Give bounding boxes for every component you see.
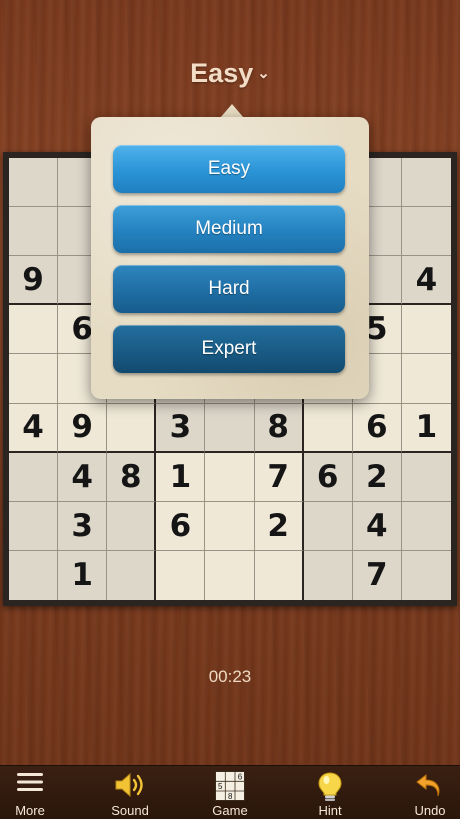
sound-button[interactable]: Sound [84, 766, 176, 819]
hint-button[interactable]: Hint [284, 766, 376, 819]
sudoku-cell[interactable]: 4 [9, 403, 59, 453]
sudoku-cell[interactable]: 4 [58, 452, 108, 502]
sudoku-cell[interactable]: 9 [9, 256, 59, 306]
sudoku-cell[interactable] [156, 550, 206, 600]
sudoku-cell[interactable]: 8 [107, 452, 157, 502]
game-button[interactable]: 6 5 8 Game [184, 766, 276, 819]
sudoku-cell[interactable]: 4 [401, 256, 451, 306]
sudoku-cell[interactable]: 1 [58, 550, 108, 600]
sudoku-cell[interactable]: 4 [352, 501, 402, 551]
sudoku-cell[interactable] [205, 550, 255, 600]
sudoku-cell[interactable]: 9 [58, 403, 108, 453]
sudoku-cell[interactable] [401, 158, 451, 208]
sudoku-cell[interactable]: 2 [352, 452, 402, 502]
game-timer: 00:23 [208, 667, 252, 686]
sudoku-cell[interactable] [9, 550, 59, 600]
difficulty-option-hard[interactable]: Hard [113, 265, 345, 313]
sudoku-cell[interactable] [107, 501, 157, 551]
sudoku-cell[interactable] [401, 452, 451, 502]
difficulty-selector[interactable]: Easy ⌄ [0, 58, 460, 89]
sudoku-cell[interactable] [205, 403, 255, 453]
undo-button[interactable]: Undo [384, 766, 460, 819]
sudoku-cell[interactable] [401, 550, 451, 600]
sudoku-cell[interactable]: 6 [156, 501, 206, 551]
sudoku-cell[interactable]: 7 [352, 550, 402, 600]
lightbulb-icon [317, 771, 343, 808]
hamburger-icon [16, 771, 44, 798]
mini-grid-icon: 6 5 8 [215, 771, 245, 806]
sudoku-cell[interactable] [9, 207, 59, 257]
sudoku-cell[interactable] [303, 403, 353, 453]
difficulty-menu: Easy Medium Hard Expert [91, 117, 369, 399]
difficulty-option-easy[interactable]: Easy [113, 145, 345, 193]
sudoku-cell[interactable] [9, 305, 59, 355]
sudoku-cell[interactable] [9, 354, 59, 404]
sudoku-cell[interactable] [9, 452, 59, 502]
sudoku-cell[interactable]: 1 [156, 452, 206, 502]
sudoku-cell[interactable] [205, 452, 255, 502]
sudoku-cell[interactable] [9, 501, 59, 551]
sudoku-cell[interactable]: 6 [303, 452, 353, 502]
chevron-down-icon: ⌄ [257, 65, 270, 82]
difficulty-option-expert[interactable]: Expert [113, 325, 345, 373]
more-button[interactable]: More [0, 766, 76, 819]
difficulty-option-medium[interactable]: Medium [113, 205, 345, 253]
sudoku-cell[interactable]: 7 [254, 452, 304, 502]
sudoku-cell[interactable]: 3 [58, 501, 108, 551]
sudoku-cell[interactable]: 3 [156, 403, 206, 453]
sudoku-cell[interactable] [107, 550, 157, 600]
sudoku-cell[interactable]: 6 [352, 403, 402, 453]
sudoku-cell[interactable] [205, 501, 255, 551]
sound-label: Sound [111, 803, 149, 818]
mini-grid-digit: 6 [238, 773, 243, 782]
difficulty-label: Easy [190, 58, 254, 88]
more-label: More [15, 803, 45, 818]
mini-grid-digit: 5 [218, 782, 223, 791]
sudoku-cell[interactable]: 8 [254, 403, 304, 453]
sudoku-cell[interactable] [9, 158, 59, 208]
sudoku-cell[interactable] [107, 403, 157, 453]
sudoku-cell[interactable] [303, 550, 353, 600]
undo-arrow-icon [415, 771, 445, 806]
sudoku-cell[interactable] [401, 354, 451, 404]
sudoku-cell[interactable] [303, 501, 353, 551]
sudoku-cell[interactable] [401, 501, 451, 551]
sudoku-cell[interactable]: 2 [254, 501, 304, 551]
sudoku-cell[interactable]: 1 [401, 404, 451, 453]
sudoku-cell[interactable] [255, 550, 304, 600]
sudoku-cell[interactable] [401, 305, 451, 355]
sudoku-cell[interactable] [401, 207, 451, 257]
speaker-icon [113, 771, 147, 804]
bottom-toolbar: More Sound 6 5 8 Game Hint Undo [0, 765, 460, 819]
popup-pointer [220, 104, 244, 118]
mini-grid-digit: 8 [228, 792, 233, 801]
